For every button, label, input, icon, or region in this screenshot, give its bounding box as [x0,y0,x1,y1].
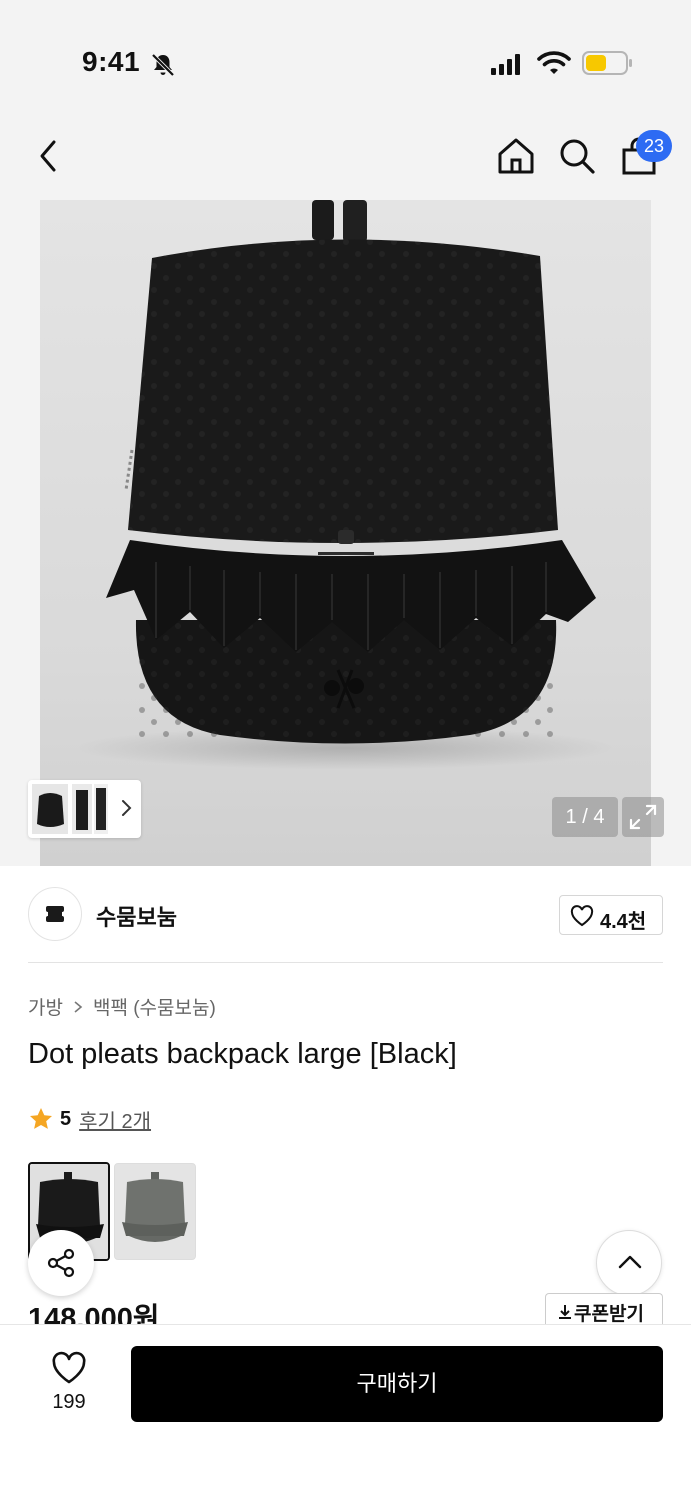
expand-button[interactable] [622,797,664,837]
star-icon [30,1108,52,1129]
product-gallery[interactable]: 1 / 4 [0,200,691,866]
heart-icon [570,905,594,927]
swatch-image-khaki [115,1164,195,1259]
back-icon[interactable] [34,138,64,174]
status-time: 9:41 [82,46,141,77]
product-price: 148,000원 [28,1303,160,1325]
chevron-up-icon [618,1255,642,1269]
brand-like-count: 4.4천 [600,911,647,933]
image-page-counter: 1 / 4 [552,797,618,837]
brand-name[interactable]: 수뭄보눔 [96,900,177,932]
coupon-label: 쿠폰받기 [574,1304,644,1325]
battery-icon [582,51,632,75]
product-image[interactable] [40,200,651,866]
breadcrumb-subcategory[interactable]: 백팩 (수뭄보눔) [93,993,216,1020]
breadcrumb: 가방 백팩 (수뭄보눔) [28,993,216,1020]
breadcrumb-category[interactable]: 가방 [28,993,63,1020]
divider [28,962,663,963]
brand-row: 수뭄보눔 4.4천 [0,866,691,962]
rating-row: 5 후기 2개 [28,1105,151,1133]
wifi-icon [537,51,571,74]
bottom-action-bar: 199 구매하기 [0,1324,691,1500]
chevron-right-icon [74,1000,83,1013]
scroll-top-button[interactable] [596,1230,662,1296]
brand-logo-icon [46,906,64,922]
product-title: Dot pleats backpack large [Black] [28,1038,457,1070]
brand-logo[interactable] [28,887,82,941]
top-nav [0,120,691,200]
cart-count-badge: 23 [636,130,672,162]
backpack-illustration [75,200,615,770]
coupon-button[interactable]: 쿠폰받기 [545,1293,663,1327]
thumbnail-images [32,784,108,834]
status-bar: 9:41 [0,0,691,120]
review-link[interactable]: 후기 2개 [79,1105,151,1134]
home-icon[interactable] [496,136,536,176]
rating-score: 5 [60,1107,72,1130]
wish-count: 199 [52,1391,86,1413]
heart-icon[interactable] [51,1351,87,1385]
chevron-right-icon[interactable] [120,798,134,818]
share-icon [47,1248,75,1278]
expand-icon [629,804,657,830]
buy-button[interactable]: 구매하기 [131,1346,663,1422]
brand-like-button[interactable]: 4.4천 [559,895,663,935]
share-button[interactable] [28,1230,94,1296]
search-icon[interactable] [558,136,596,176]
download-icon [559,1305,571,1319]
signal-icon [491,54,520,75]
bell-off-icon [151,53,175,77]
color-swatch-khaki[interactable] [114,1163,196,1260]
